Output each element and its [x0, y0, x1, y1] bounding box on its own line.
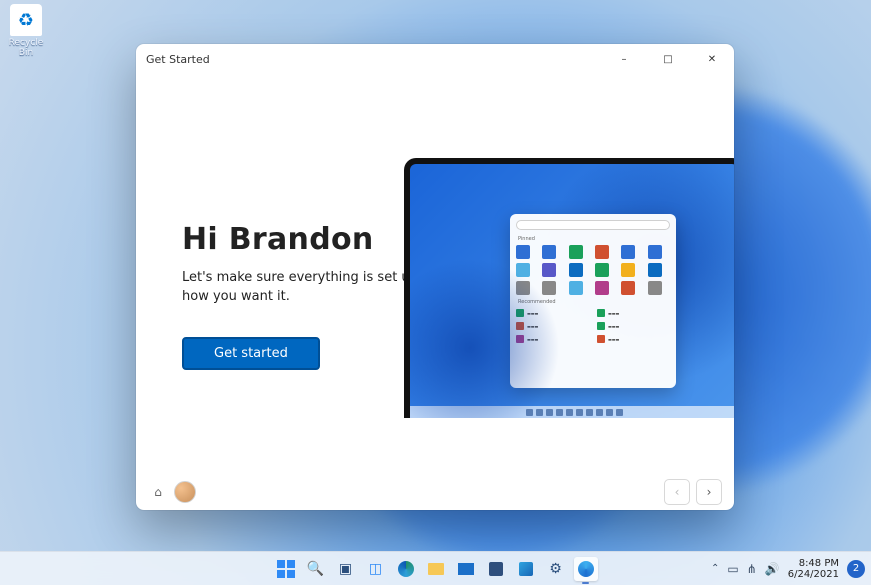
tray-overflow-button[interactable]: ⌃	[711, 563, 719, 574]
task-view-icon: ▣	[339, 561, 352, 577]
close-button[interactable]: ✕	[690, 44, 734, 74]
user-avatar[interactable]	[174, 481, 196, 503]
notification-center-button[interactable]: 2	[847, 560, 865, 578]
notification-count: 2	[853, 563, 859, 574]
next-button[interactable]: ›	[696, 479, 722, 505]
window-title: Get Started	[146, 53, 210, 66]
page-heading: Hi Brandon	[182, 222, 442, 257]
recycle-bin-label: Recycle Bin	[2, 38, 50, 58]
battery-icon[interactable]: ▭	[727, 562, 738, 576]
taskbar: 🔍 ▣ ◫ ⚙ ⌃ ▭ ⋔	[0, 551, 871, 585]
hero-illustration: Pinned Recommended ▬▬▬ ▬▬▬ ▬▬▬	[404, 158, 734, 418]
maximize-button[interactable]: □	[646, 44, 690, 74]
minimize-button[interactable]: –	[602, 44, 646, 74]
wifi-icon[interactable]: ⋔	[747, 562, 757, 576]
folder-icon	[428, 563, 444, 575]
desktop: Recycle Bin Get Started – □ ✕ Hi Brandon…	[0, 0, 871, 585]
search-button[interactable]: 🔍	[304, 557, 328, 581]
date-text: 6/24/2021	[788, 569, 839, 580]
file-explorer-button[interactable]	[424, 557, 448, 581]
clock[interactable]: 8:48 PM 6/24/2021	[788, 558, 839, 580]
prev-button[interactable]: ‹	[664, 479, 690, 505]
recycle-bin[interactable]: Recycle Bin	[2, 4, 50, 58]
mail-icon	[458, 563, 474, 575]
recycle-bin-icon	[10, 4, 42, 36]
get-started-window: Get Started – □ ✕ Hi Brandon Let's make …	[136, 44, 734, 510]
edge-button[interactable]	[394, 557, 418, 581]
titlebar[interactable]: Get Started – □ ✕	[136, 44, 734, 74]
mail-button[interactable]	[454, 557, 478, 581]
get-started-taskbar-button[interactable]	[574, 557, 598, 581]
gear-icon: ⚙	[549, 561, 562, 577]
page-subheading: Let's make sure everything is set up how…	[182, 269, 442, 307]
store-icon	[489, 562, 503, 576]
window-content: Hi Brandon Let's make sure everything is…	[136, 74, 734, 474]
store-button[interactable]	[484, 557, 508, 581]
photos-icon	[519, 562, 533, 576]
window-footer: ⌂ ‹ ›	[136, 474, 734, 510]
widgets-button[interactable]: ◫	[364, 557, 388, 581]
get-started-icon	[578, 561, 594, 577]
photos-button[interactable]	[514, 557, 538, 581]
search-icon: 🔍	[307, 561, 324, 577]
get-started-button[interactable]: Get started	[182, 337, 320, 370]
edge-icon	[398, 561, 414, 577]
home-button[interactable]: ⌂	[148, 482, 168, 502]
task-view-button[interactable]: ▣	[334, 557, 358, 581]
windows-logo-icon	[277, 560, 295, 578]
time-text: 8:48 PM	[788, 558, 839, 569]
system-tray: ⌃ ▭ ⋔ 🔊 8:48 PM 6/24/2021 2	[711, 552, 865, 585]
start-button[interactable]	[274, 557, 298, 581]
settings-button[interactable]: ⚙	[544, 557, 568, 581]
widgets-icon: ◫	[369, 561, 382, 577]
illustration-start-menu: Pinned Recommended ▬▬▬ ▬▬▬ ▬▬▬	[510, 214, 676, 388]
volume-icon[interactable]: 🔊	[765, 562, 780, 576]
